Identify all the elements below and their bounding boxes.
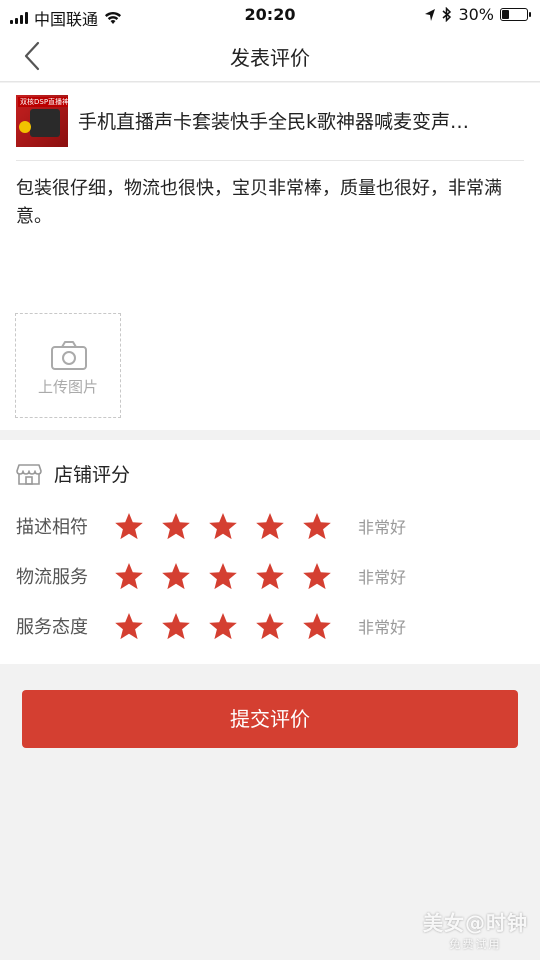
- star-icon[interactable]: [302, 562, 332, 591]
- star-icon[interactable]: [208, 562, 238, 591]
- watermark: 美女@时钟 免费试用: [423, 907, 528, 952]
- camera-icon: [51, 341, 87, 370]
- rating-text: 非常好: [358, 618, 407, 637]
- star-icon[interactable]: [208, 512, 238, 541]
- star-rating[interactable]: [114, 562, 332, 591]
- star-icon[interactable]: [114, 562, 144, 591]
- nav-bar: 发表评价: [0, 30, 540, 82]
- watermark-main: 美女@时钟: [423, 911, 528, 935]
- star-icon[interactable]: [255, 612, 285, 641]
- battery-fill: [502, 10, 510, 19]
- star-icon[interactable]: [114, 612, 144, 641]
- page-title: 发表评价: [230, 46, 310, 70]
- star-icon[interactable]: [255, 512, 285, 541]
- shop-rating-header: 店铺评分: [16, 460, 130, 487]
- product-thumbnail: 双核DSP直播神器: [16, 95, 68, 147]
- status-bar: 中国联通 20:20 30%: [0, 0, 540, 30]
- star-icon[interactable]: [208, 612, 238, 641]
- star-icon[interactable]: [302, 612, 332, 641]
- star-icon[interactable]: [114, 512, 144, 541]
- rating-text: 非常好: [358, 518, 407, 537]
- rating-row-service: 服务态度 非常好: [16, 610, 406, 642]
- product-row: 双核DSP直播神器 手机直播声卡套装快手全民k歌神器喊麦变声…: [16, 95, 524, 161]
- submit-review-button[interactable]: 提交评价: [22, 690, 518, 748]
- star-icon[interactable]: [161, 562, 191, 591]
- star-icon[interactable]: [161, 612, 191, 641]
- rating-text: 非常好: [358, 568, 407, 587]
- upload-image-button[interactable]: 上传图片: [15, 313, 121, 418]
- upload-label: 上传图片: [37, 378, 98, 396]
- rating-label: 物流服务: [16, 567, 88, 588]
- rating-row-logistics: 物流服务 非常好: [16, 560, 406, 592]
- rating-label: 服务态度: [16, 617, 88, 638]
- battery-icon: [500, 8, 531, 21]
- bluetooth-icon: [442, 7, 452, 22]
- star-icon[interactable]: [161, 512, 191, 541]
- thumb-tag: 双核DSP直播神器: [18, 97, 68, 107]
- battery-percent: 30%: [458, 5, 494, 24]
- star-rating[interactable]: [114, 612, 332, 641]
- review-textarea[interactable]: 包装很仔细，物流也很快，宝贝非常棒，质量也很好，非常满意。: [16, 175, 524, 295]
- star-rating[interactable]: [114, 512, 332, 541]
- rating-label: 描述相符: [16, 517, 88, 538]
- star-icon[interactable]: [255, 562, 285, 591]
- star-icon[interactable]: [302, 512, 332, 541]
- shop-icon: [16, 463, 42, 485]
- review-card: 双核DSP直播神器 手机直播声卡套装快手全民k歌神器喊麦变声… 包装很仔细，物流…: [0, 83, 540, 430]
- product-name: 手机直播声卡套装快手全民k歌神器喊麦变声…: [78, 111, 470, 133]
- shop-rating-card: 店铺评分 描述相符 非常好 物流服务 非常好 服务态度 非常好: [0, 440, 540, 664]
- rating-row-description: 描述相符 非常好: [16, 510, 406, 542]
- watermark-sub: 免费试用: [449, 938, 502, 951]
- location-arrow-icon: [425, 8, 436, 21]
- status-right: 30%: [424, 5, 531, 24]
- shop-rating-title: 店铺评分: [54, 464, 131, 486]
